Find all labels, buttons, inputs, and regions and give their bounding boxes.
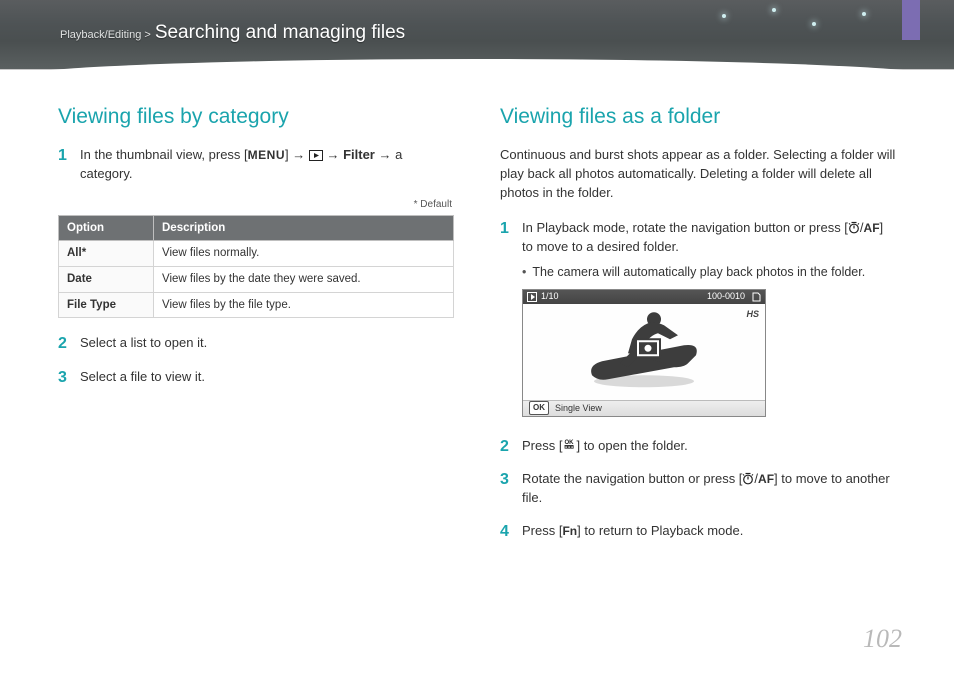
step-1-right: 1 In Playback mode, rotate the navigatio… [500,219,896,423]
svg-text:OK: OK [565,440,575,446]
page-body: Viewing files by category 1 In the thumb… [0,70,954,555]
af-icon: AF [758,472,774,486]
section-intro: Continuous and burst shots appear as a f… [500,146,896,203]
step-text: Select a file to view it. [80,368,454,387]
step-1-left: 1 In the thumbnail view, press [MENU] → … [58,146,454,184]
right-column: Viewing files as a folder Continuous and… [500,102,896,555]
lcd-preview: 1/10 100-0010 HS [522,289,766,417]
step-4-right: 4 Press [Fn] to return to Playback mode. [500,522,896,541]
step-text: Select a list to open it. [80,334,454,353]
step-text: In Playback mode, rotate the navigation … [522,219,896,257]
step-text: Rotate the navigation button or press [/… [522,470,896,508]
step-2-right: 2 Press [OK] to open the folder. [500,437,896,456]
section-heading-category: Viewing files by category [58,102,454,132]
text: ] to return to Playback mode. [577,523,743,538]
filter-label: Filter [343,147,375,162]
step-2-left: 2 Select a list to open it. [58,334,454,353]
header-decoration [702,4,902,54]
table-row: All* View files normally. [59,241,454,267]
option-name: All* [59,241,154,267]
ok-badge: OK [529,401,549,415]
timer-icon [848,221,860,234]
bullet-dot: • [522,263,526,281]
option-name: Date [59,266,154,292]
lcd-counter-right: 100-0010 [707,290,745,303]
side-tab [902,0,920,40]
fn-icon: Fn [562,524,577,538]
section-heading-folder: Viewing files as a folder [500,102,896,132]
bullet-text: The camera will automatically play back … [532,263,865,281]
breadcrumb: Playback/Editing > [60,29,151,41]
timer-icon [742,472,754,485]
step-3-right: 3 Rotate the navigation button or press … [500,470,896,508]
snowboarder-icon [584,305,704,397]
menu-icon: MENU [248,148,285,162]
card-icon [751,292,761,302]
ok-grid-icon: OK [562,438,576,452]
step-sub-bullet: • The camera will automatically play bac… [522,263,896,281]
step-text: Press [OK] to open the folder. [522,437,896,456]
play-triangle-icon [309,150,323,161]
play-indicator-icon [527,292,537,302]
option-desc: View files by the date they were saved. [154,266,454,292]
step-number: 2 [500,437,512,456]
option-desc: View files by the file type. [154,292,454,318]
table-header-option: Option [59,215,154,241]
text: Press [ [522,438,562,453]
lcd-topbar: 1/10 100-0010 [523,290,765,304]
text: In Playback mode, rotate the navigation … [522,220,848,235]
options-table: Option Description All* View files norma… [58,215,454,319]
step-text: In the thumbnail view, press [MENU] → → … [80,146,454,184]
text: Rotate the navigation button or press [ [522,471,742,486]
lcd-single-view: Single View [555,402,602,415]
text: ] → [285,147,309,162]
step-number: 1 [58,146,70,184]
text: In the thumbnail view, press [ [80,147,248,162]
text: ] to open the folder. [576,438,687,453]
table-row: Date View files by the date they were sa… [59,266,454,292]
lcd-bottombar: OK Single View [523,400,765,416]
text: → [323,147,343,162]
step-number: 1 [500,219,512,423]
table-header-description: Description [154,215,454,241]
page-title: Searching and managing files [155,22,405,44]
table-row: File Type View files by the file type. [59,292,454,318]
step-text: Press [Fn] to return to Playback mode. [522,522,896,541]
lcd-hs-badge: HS [746,308,759,321]
page-number: 102 [863,624,902,654]
step-number: 3 [500,470,512,508]
step-3-left: 3 Select a file to view it. [58,368,454,387]
lcd-counter-left: 1/10 [541,290,559,303]
left-column: Viewing files by category 1 In the thumb… [58,102,454,555]
manual-page: { "header": { "breadcrumb": "Playback/Ed… [0,0,954,676]
option-desc: View files normally. [154,241,454,267]
step-number: 2 [58,334,70,353]
option-name: File Type [59,292,154,318]
step-number: 3 [58,368,70,387]
af-icon: AF [864,221,880,235]
step-number: 4 [500,522,512,541]
text: Press [ [522,523,562,538]
default-note: * Default [58,198,452,213]
page-header: Playback/Editing > Searching and managin… [0,0,954,70]
